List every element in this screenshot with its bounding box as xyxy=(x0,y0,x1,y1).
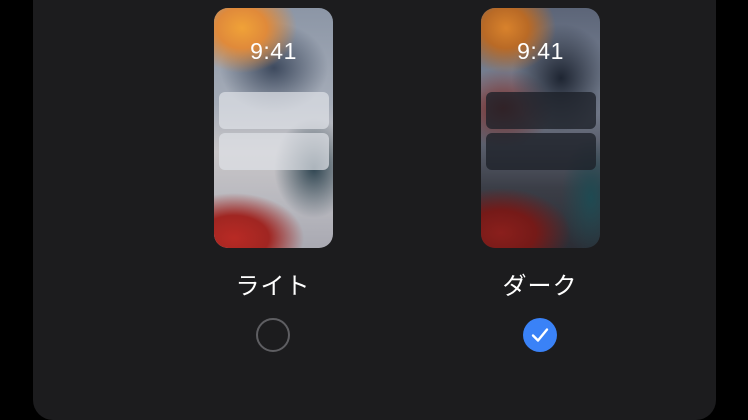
dark-mode-preview[interactable]: 9:41 xyxy=(481,8,600,248)
dark-option-label: ダーク xyxy=(502,272,578,300)
light-radio-button[interactable] xyxy=(256,318,290,352)
appearance-option-dark[interactable]: 9:41 ダーク xyxy=(440,0,640,380)
preview-notification xyxy=(219,92,329,129)
light-option-label: ライト xyxy=(235,272,311,300)
preview-clock: 9:41 xyxy=(250,38,297,64)
appearance-option-light[interactable]: 9:41 ライト xyxy=(173,0,373,380)
preview-notification xyxy=(486,133,596,170)
preview-notification xyxy=(486,92,596,129)
preview-notification xyxy=(219,133,329,170)
dark-radio-button[interactable] xyxy=(523,318,557,352)
preview-clock: 9:41 xyxy=(517,38,564,64)
light-mode-preview[interactable]: 9:41 xyxy=(214,8,333,248)
appearance-panel: 9:41 ライト 9:41 ダーク xyxy=(33,0,716,420)
checkmark-icon xyxy=(531,328,549,342)
